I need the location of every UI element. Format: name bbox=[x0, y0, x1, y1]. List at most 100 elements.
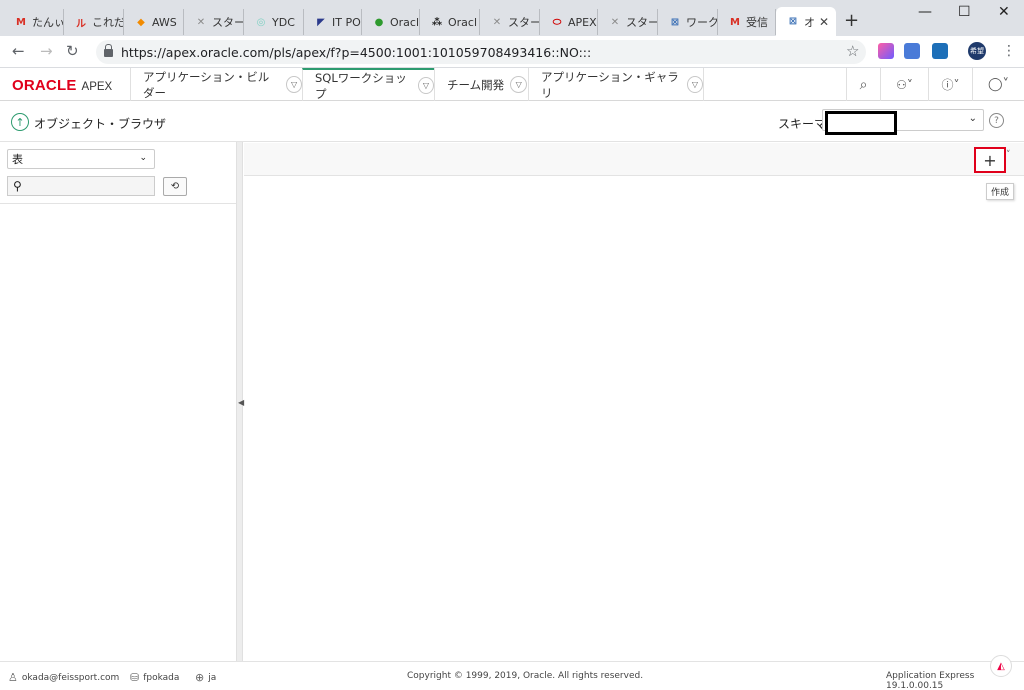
translate-icon[interactable] bbox=[904, 43, 920, 59]
object-tree-panel: 表 ⌄ ⚲ ⟲ bbox=[0, 142, 236, 661]
maximize-icon[interactable]: ☐ bbox=[958, 4, 971, 20]
collapse-left-icon[interactable]: ◀ bbox=[238, 398, 244, 407]
help-menu-icon[interactable]: ⓘ˅ bbox=[928, 68, 972, 101]
gmail-icon: M bbox=[16, 16, 26, 28]
search-icon: ⚲ bbox=[13, 179, 22, 193]
create-tooltip: 作成 bbox=[986, 183, 1015, 200]
nav-team-dev[interactable]: チーム開発 ▽ bbox=[434, 68, 528, 101]
browser-tab-active[interactable]: ⊠ オ ✕ bbox=[776, 7, 836, 36]
browser-tab-strip: M たんぃ ル これだ ◆ AWS ✕ スター ◎ YDC ◤ IT PO ● … bbox=[0, 0, 1024, 36]
forward-icon[interactable]: → bbox=[40, 42, 53, 60]
chevron-down-icon[interactable]: ▽ bbox=[686, 76, 703, 93]
apex-icon: ⊠ bbox=[788, 16, 798, 27]
oracle-green-icon: ● bbox=[374, 16, 384, 28]
assistant-icon[interactable]: ◭ bbox=[990, 655, 1012, 677]
tab-label: APEX bbox=[568, 15, 597, 29]
nav-app-builder[interactable]: アプリケーション・ビルダー ▽ bbox=[130, 68, 302, 101]
new-tab-icon[interactable]: + bbox=[844, 10, 859, 31]
back-icon[interactable]: ← bbox=[12, 42, 25, 60]
object-type-select[interactable]: 表 ⌄ bbox=[7, 149, 155, 169]
tab-label: Oracl bbox=[390, 15, 420, 29]
create-button[interactable]: + bbox=[974, 147, 1006, 173]
footer: ♙ okada@feissport.com ⛁ fpokada ⊕ ja Cop… bbox=[0, 661, 1024, 690]
user-menu-icon[interactable]: ◯˅ bbox=[972, 68, 1024, 101]
browser-tab[interactable]: ✕ スター bbox=[184, 9, 244, 35]
close-tab-icon[interactable]: ✕ bbox=[819, 15, 829, 29]
tool-icon: ✕ bbox=[196, 16, 206, 28]
close-window-icon[interactable]: ✕ bbox=[998, 4, 1010, 20]
object-toolbar bbox=[244, 143, 1024, 176]
divider bbox=[0, 203, 236, 204]
object-search-input[interactable]: ⚲ bbox=[7, 176, 155, 196]
browser-tab[interactable]: ⁂ Oracl bbox=[420, 9, 480, 35]
schema-label: スキーマ bbox=[778, 117, 827, 131]
tab-label: これだ bbox=[92, 16, 124, 29]
note-icon: ル bbox=[76, 18, 86, 30]
grid-icon: ⁂ bbox=[431, 16, 443, 28]
help-icon[interactable]: ? bbox=[989, 113, 1004, 128]
browser-tab[interactable]: ◤ IT PO bbox=[304, 9, 362, 35]
panel-splitter[interactable]: ◀ bbox=[236, 142, 244, 661]
page-title: オブジェクト・ブラウザ bbox=[34, 117, 167, 131]
footer-language[interactable]: ⊕ ja bbox=[195, 671, 216, 684]
chevron-down-icon: ⌄ bbox=[968, 113, 977, 124]
tab-label: オ bbox=[804, 15, 815, 29]
chevron-down-icon: ⌄ bbox=[139, 153, 147, 163]
browser-tab[interactable]: ◎ YDC bbox=[244, 9, 304, 35]
profile-avatar[interactable]: 希望 bbox=[968, 42, 986, 60]
browser-tab[interactable]: M たんぃ bbox=[4, 9, 64, 35]
refresh-button[interactable]: ⟲ bbox=[163, 177, 187, 196]
tab-label: YDC bbox=[272, 15, 295, 29]
url-field[interactable]: https://apex.oracle.com/pls/apex/f?p=450… bbox=[96, 40, 866, 64]
bookmark-star-icon[interactable]: ☆ bbox=[846, 42, 859, 60]
browser-tab[interactable]: ⬭ APEX bbox=[540, 9, 598, 35]
refresh-icon: ⟲ bbox=[170, 181, 180, 192]
chevron-down-icon[interactable]: ▽ bbox=[417, 77, 434, 94]
browser-tab[interactable]: ⊠ ワーク bbox=[658, 9, 718, 35]
tab-label: Oracl bbox=[448, 15, 478, 29]
tool-icon: ✕ bbox=[610, 16, 620, 28]
tab-label: AWS bbox=[152, 15, 177, 29]
tab-label: スター bbox=[508, 16, 540, 29]
globe-icon: ⊕ bbox=[195, 671, 205, 684]
redaction-box bbox=[825, 111, 897, 135]
chevron-down-icon[interactable]: ▽ bbox=[510, 76, 528, 93]
tab-label: IT PO bbox=[332, 15, 361, 29]
browser-menu-icon[interactable]: ⋮ bbox=[1002, 43, 1016, 59]
gmail-icon: M bbox=[730, 16, 740, 28]
tool-icon: ✕ bbox=[492, 16, 502, 28]
browser-tab[interactable]: ● Oracl bbox=[362, 9, 420, 35]
minimize-icon[interactable]: — bbox=[918, 4, 932, 20]
chevron-down-icon[interactable]: ▽ bbox=[286, 76, 302, 93]
screenshot-extension-icon[interactable] bbox=[932, 43, 948, 59]
oracle-apex-logo[interactable]: ORACLE APEX bbox=[12, 77, 112, 94]
database-icon: ⛁ bbox=[130, 671, 140, 684]
footer-workspace: ⛁ fpokada bbox=[130, 671, 180, 684]
browser-tab[interactable]: ✕ スター bbox=[598, 9, 658, 35]
admin-menu-icon[interactable]: ⚇˅ bbox=[880, 68, 928, 101]
browser-tab[interactable]: ✕ スター bbox=[480, 9, 540, 35]
schema-select[interactable]: ⌄ bbox=[822, 109, 984, 135]
itpro-icon: ◤ bbox=[317, 16, 325, 28]
address-bar: ← → ↻ https://apex.oracle.com/pls/apex/f… bbox=[0, 36, 1024, 68]
arrow-up-icon[interactable]: ↑ bbox=[11, 113, 29, 131]
apex-header: ORACLE APEX アプリケーション・ビルダー ▽ SQLワークショップ ▽… bbox=[0, 68, 1024, 101]
extension-icon[interactable] bbox=[878, 43, 894, 59]
search-icon[interactable]: ⌕ bbox=[846, 68, 880, 101]
tab-label: 受信 bbox=[746, 16, 768, 29]
footer-user: ♙ okada@feissport.com bbox=[8, 671, 120, 684]
chevron-down-icon[interactable]: ˅ bbox=[1006, 150, 1011, 160]
url-text: https://apex.oracle.com/pls/apex/f?p=450… bbox=[121, 44, 592, 60]
ydc-icon: ◎ bbox=[256, 16, 266, 28]
nav-sql-workshop[interactable]: SQLワークショップ ▽ bbox=[302, 68, 434, 101]
nav-app-gallery[interactable]: アプリケーション・ギャラリ ▽ bbox=[528, 68, 704, 101]
copyright: Copyright © 1999, 2019, Oracle. All righ… bbox=[407, 671, 644, 681]
lock-icon bbox=[104, 44, 113, 57]
reload-icon[interactable]: ↻ bbox=[66, 42, 79, 60]
tab-label: ワーク bbox=[686, 16, 718, 29]
tab-label: たんぃ bbox=[32, 16, 64, 29]
browser-tab[interactable]: M 受信 bbox=[718, 9, 776, 35]
apex-icon: ⊠ bbox=[670, 16, 680, 28]
browser-tab[interactable]: ◆ AWS bbox=[124, 9, 184, 35]
browser-tab[interactable]: ル これだ bbox=[64, 9, 124, 35]
